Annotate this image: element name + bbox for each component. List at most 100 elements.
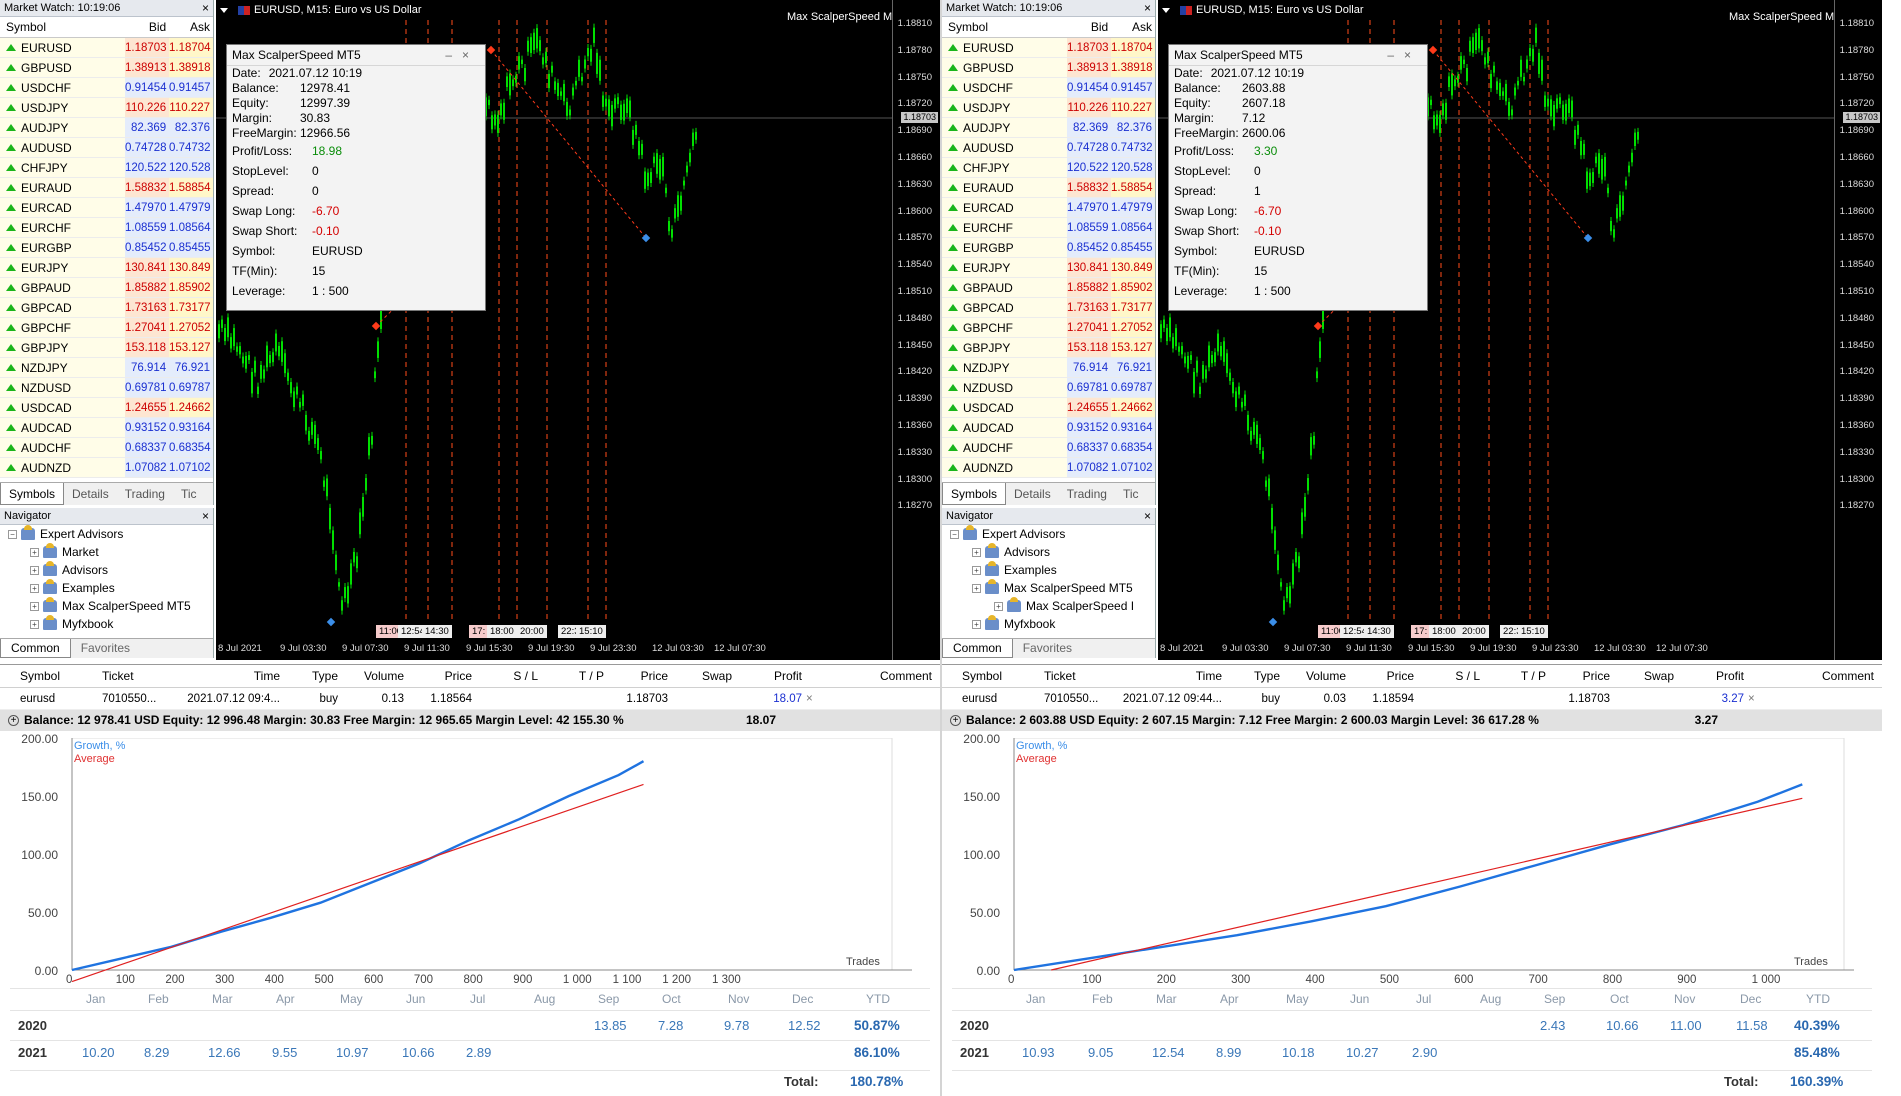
- window-buttons[interactable]: –×: [445, 45, 479, 65]
- market-watch-row[interactable]: USDCAD 1.24655 1.24662: [942, 398, 1155, 418]
- market-watch-row[interactable]: EURGBP 0.85452 0.85455: [942, 238, 1155, 258]
- navigator-item[interactable]: + Market: [0, 543, 213, 561]
- market-watch-row[interactable]: AUDNZD 1.07082 1.07102: [0, 458, 213, 478]
- col-price[interactable]: Price: [1350, 665, 1418, 687]
- expand-icon[interactable]: +: [972, 565, 981, 575]
- market-watch-row[interactable]: USDCAD 1.24655 1.24662: [0, 398, 213, 418]
- col-swap[interactable]: Swap: [1614, 665, 1678, 687]
- col-type[interactable]: Type: [284, 665, 342, 687]
- tab-details[interactable]: Details: [1006, 483, 1059, 505]
- close-icon[interactable]: ×: [202, 0, 209, 17]
- navigator-item[interactable]: + Examples: [942, 561, 1155, 579]
- chevron-down-icon[interactable]: [1162, 7, 1170, 13]
- market-watch-row[interactable]: GBPCHF 1.27041 1.27052: [942, 318, 1155, 338]
- expand-icon[interactable]: +: [30, 583, 39, 593]
- trade-marker[interactable]: [1268, 617, 1278, 627]
- tab-favorites[interactable]: Favorites: [71, 639, 140, 658]
- expand-icon[interactable]: +: [30, 601, 39, 611]
- collapse-icon[interactable]: −: [950, 529, 959, 539]
- navigator-item[interactable]: + Max ScalperSpeed MT5: [0, 597, 213, 615]
- market-watch-row[interactable]: AUDCHF 0.68337 0.68354: [0, 438, 213, 458]
- market-watch-row[interactable]: AUDUSD 0.74728 0.74732: [942, 138, 1155, 158]
- market-watch-row[interactable]: EURCAD 1.47970 1.47979: [942, 198, 1155, 218]
- trade-marker[interactable]: [1583, 233, 1593, 243]
- market-watch-row[interactable]: GBPUSD 1.38913 1.38918: [942, 58, 1155, 78]
- expand-icon[interactable]: +: [972, 583, 981, 593]
- market-watch-row[interactable]: AUDNZD 1.07082 1.07102: [942, 458, 1155, 478]
- market-watch-row[interactable]: GBPCHF 1.27041 1.27052: [0, 318, 213, 338]
- market-watch-row[interactable]: EURAUD 1.58832 1.58854: [0, 178, 213, 198]
- tab-favorites[interactable]: Favorites: [1013, 639, 1082, 658]
- navigator-item[interactable]: + Advisors: [0, 561, 213, 579]
- column-header-bid[interactable]: Bid: [1067, 17, 1111, 37]
- price-chart[interactable]: EURUSD, M15: Euro vs US Dollar Max Scalp…: [216, 0, 940, 660]
- navigator-item[interactable]: + Max ScalperSpeed MT5: [942, 579, 1155, 597]
- expand-icon[interactable]: +: [30, 565, 39, 575]
- col-ticket[interactable]: Ticket: [1034, 665, 1104, 687]
- col-symbol[interactable]: Symbol: [0, 665, 92, 687]
- market-watch-row[interactable]: EURCAD 1.47970 1.47979: [0, 198, 213, 218]
- collapse-icon[interactable]: −: [8, 529, 17, 539]
- column-header-symbol[interactable]: Symbol: [942, 17, 1067, 37]
- market-watch-row[interactable]: EURJPY 130.841 130.849: [0, 258, 213, 278]
- expand-icon[interactable]: +: [972, 619, 981, 629]
- market-watch-row[interactable]: GBPUSD 1.38913 1.38918: [0, 58, 213, 78]
- market-watch-row[interactable]: CHFJPY 120.522 120.528: [0, 158, 213, 178]
- tab-tick[interactable]: Tic: [1115, 483, 1147, 505]
- navigator-item[interactable]: + Max ScalperSpeed I: [942, 597, 1155, 615]
- market-watch-row[interactable]: NZDJPY 76.914 76.921: [0, 358, 213, 378]
- trade-marker[interactable]: [641, 233, 651, 243]
- navigator-item[interactable]: + Examples: [0, 579, 213, 597]
- col-volume[interactable]: Volume: [1284, 665, 1350, 687]
- col-tp[interactable]: T / P: [1484, 665, 1550, 687]
- market-watch-row[interactable]: AUDCHF 0.68337 0.68354: [942, 438, 1155, 458]
- navigator-item[interactable]: − Expert Advisors: [0, 525, 213, 543]
- market-watch-row[interactable]: AUDCAD 0.93152 0.93164: [0, 418, 213, 438]
- navigator-item[interactable]: − Expert Advisors: [942, 525, 1155, 543]
- market-watch-row[interactable]: NZDUSD 0.69781 0.69787: [0, 378, 213, 398]
- col-type[interactable]: Type: [1226, 665, 1284, 687]
- col-volume[interactable]: Volume: [342, 665, 408, 687]
- navigator-item[interactable]: + Myfxbook: [942, 615, 1155, 633]
- tab-details[interactable]: Details: [64, 483, 117, 505]
- navigator-item[interactable]: + Advisors: [942, 543, 1155, 561]
- col-tp[interactable]: T / P: [542, 665, 608, 687]
- market-watch-row[interactable]: EURUSD 1.18703 1.18704: [942, 38, 1155, 58]
- tab-common[interactable]: Common: [0, 639, 71, 658]
- market-watch-row[interactable]: AUDJPY 82.369 82.376: [0, 118, 213, 138]
- trade-marker[interactable]: [1313, 321, 1323, 331]
- col-profit[interactable]: Profit: [1678, 665, 1748, 687]
- market-watch-row[interactable]: USDCHF 0.91454 0.91457: [0, 78, 213, 98]
- market-watch-row[interactable]: GBPCAD 1.73163 1.73177: [0, 298, 213, 318]
- col-current-price[interactable]: Price: [1550, 665, 1614, 687]
- col-swap[interactable]: Swap: [672, 665, 736, 687]
- col-comment[interactable]: Comment: [806, 665, 940, 687]
- close-position-icon[interactable]: ×: [806, 688, 826, 709]
- column-header-symbol[interactable]: Symbol: [0, 17, 125, 37]
- market-watch-row[interactable]: GBPCAD 1.73163 1.73177: [942, 298, 1155, 318]
- market-watch-row[interactable]: EURCHF 1.08559 1.08564: [0, 218, 213, 238]
- market-watch-row[interactable]: NZDJPY 76.914 76.921: [942, 358, 1155, 378]
- close-icon[interactable]: ×: [1144, 508, 1151, 525]
- close-icon[interactable]: ×: [1144, 0, 1151, 17]
- col-sl[interactable]: S / L: [1418, 665, 1484, 687]
- tab-symbols[interactable]: Symbols: [0, 483, 65, 505]
- col-current-price[interactable]: Price: [608, 665, 672, 687]
- market-watch-row[interactable]: EURJPY 130.841 130.849: [942, 258, 1155, 278]
- expand-icon[interactable]: +: [30, 547, 39, 557]
- trade-marker[interactable]: [1428, 45, 1438, 55]
- trade-row[interactable]: eurusd 7010550... 2021.07.12 09:44... bu…: [942, 688, 1882, 710]
- close-icon[interactable]: ×: [202, 508, 209, 525]
- trade-marker[interactable]: [326, 617, 336, 627]
- column-header-ask[interactable]: Ask: [169, 17, 213, 37]
- tab-symbols[interactable]: Symbols: [942, 483, 1007, 505]
- market-watch-row[interactable]: USDJPY 110.226 110.227: [0, 98, 213, 118]
- market-watch-row[interactable]: NZDUSD 0.69781 0.69787: [942, 378, 1155, 398]
- close-position-icon[interactable]: ×: [1748, 688, 1768, 709]
- tab-trading[interactable]: Trading: [117, 483, 173, 505]
- tab-tick[interactable]: Tic: [173, 483, 205, 505]
- market-watch-row[interactable]: AUDJPY 82.369 82.376: [942, 118, 1155, 138]
- market-watch-row[interactable]: EURGBP 0.85452 0.85455: [0, 238, 213, 258]
- market-watch-row[interactable]: GBPAUD 1.85882 1.85902: [942, 278, 1155, 298]
- col-time[interactable]: Time: [1104, 665, 1226, 687]
